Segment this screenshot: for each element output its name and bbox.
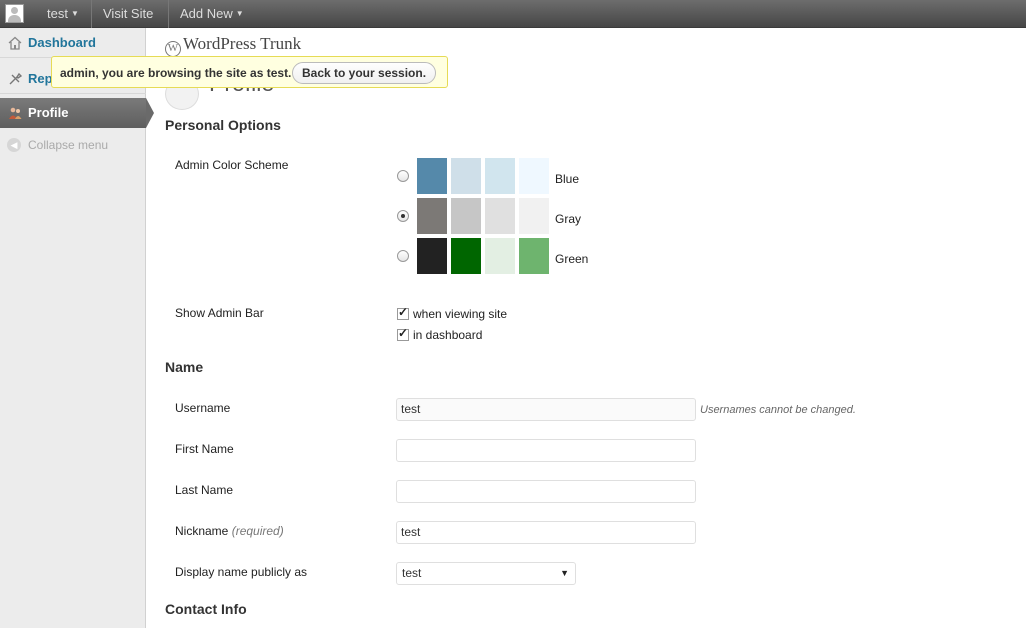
divider [168,0,169,28]
admin-bar-admin-label: in dashboard [413,328,483,342]
nickname-label: Nickname (required) [175,524,284,538]
color-swatch [485,238,515,274]
last-name-field[interactable] [396,480,696,503]
first-name-field[interactable] [396,439,696,462]
personal-options-heading: Personal Options [165,117,281,133]
wordpress-logo-icon: W [165,41,181,57]
color-scheme-radio[interactable] [397,210,409,222]
first-name-label: First Name [175,442,234,456]
color-swatch [451,238,481,274]
back-to-session-button[interactable]: Back to your session. [292,62,437,84]
color-swatch [417,198,447,234]
add-new-menu[interactable]: Add New ▼ [180,0,244,28]
sidebar-item-label: Dashboard [28,35,96,50]
color-swatch [519,198,549,234]
color-scheme-name: Gray [555,212,582,226]
username-description: Usernames cannot be changed. [700,404,856,416]
home-icon [8,36,22,50]
contact-info-heading: Contact Info [165,601,247,617]
display-name-label: Display name publicly as [175,565,308,579]
required-note: (required) [231,524,284,538]
color-scheme-option[interactable]: Gray [397,198,597,234]
site-title-text: WordPress Trunk [183,34,302,53]
color-scheme-name: Green [555,252,589,266]
notice-message: admin, you are browsing the site as test… [60,66,292,80]
color-swatch [519,158,549,194]
arrow-left-icon: ◀ [7,138,21,152]
nickname-field[interactable]: test [396,521,696,544]
color-swatch [485,198,515,234]
color-scheme-name: Blue [555,172,580,186]
color-scheme-option[interactable]: Green [397,238,597,274]
color-scheme-radio[interactable] [397,170,409,182]
admin-bar-front-label: when viewing site [413,307,508,321]
sidebar-item-label: Profile [28,105,69,120]
visit-site-link[interactable]: Visit Site [103,0,153,28]
tools-icon [9,72,22,85]
admin-bar-admin-checkbox[interactable] [397,326,409,341]
user-avatar-icon[interactable] [5,4,24,23]
users-icon [9,107,22,119]
admin-bar: test ▼ Visit Site Add New ▼ [0,0,1026,28]
last-name-label: Last Name [175,483,234,497]
display-name-select[interactable]: test ▼ [396,562,576,585]
color-swatch [451,198,481,234]
collapse-menu-button[interactable]: ◀ Collapse menu [0,130,146,160]
admin-bar-front-checkbox[interactable] [397,305,409,320]
color-swatch [417,238,447,274]
add-new-label: Add New [180,6,233,21]
site-title[interactable]: W WordPress Trunk [165,33,302,57]
user-menu-label: test [47,6,68,21]
color-swatch [519,238,549,274]
collapse-menu-label: Collapse menu [28,138,109,152]
dropdown-arrow-icon: ▼ [560,568,569,578]
color-swatch [485,158,515,194]
username-label: Username [175,401,231,415]
user-menu[interactable]: test ▼ [47,0,79,28]
nickname-label-text: Nickname [175,524,229,538]
sidebar-item-dashboard[interactable]: Dashboard [0,28,146,58]
admin-color-scheme-label: Admin Color Scheme [175,158,289,172]
name-heading: Name [165,359,204,375]
divider [91,0,92,28]
admin-sidebar: Dashboard Rep Profile ◀ Collapse menu [0,28,154,628]
sidebar-item-profile[interactable]: Profile [0,98,154,128]
color-swatch [417,158,447,194]
caret-down-icon: ▼ [70,9,79,18]
display-name-selected: test [402,566,422,580]
color-scheme-radio[interactable] [397,250,409,262]
caret-down-icon: ▼ [235,9,244,18]
show-admin-bar-label: Show Admin Bar [175,306,264,320]
color-swatch [451,158,481,194]
switched-user-notice: admin, you are browsing the site as test… [51,56,448,88]
sidebar-item-label: Rep [28,71,53,86]
color-scheme-option[interactable]: Blue [397,158,597,194]
username-field[interactable]: test [396,398,696,421]
